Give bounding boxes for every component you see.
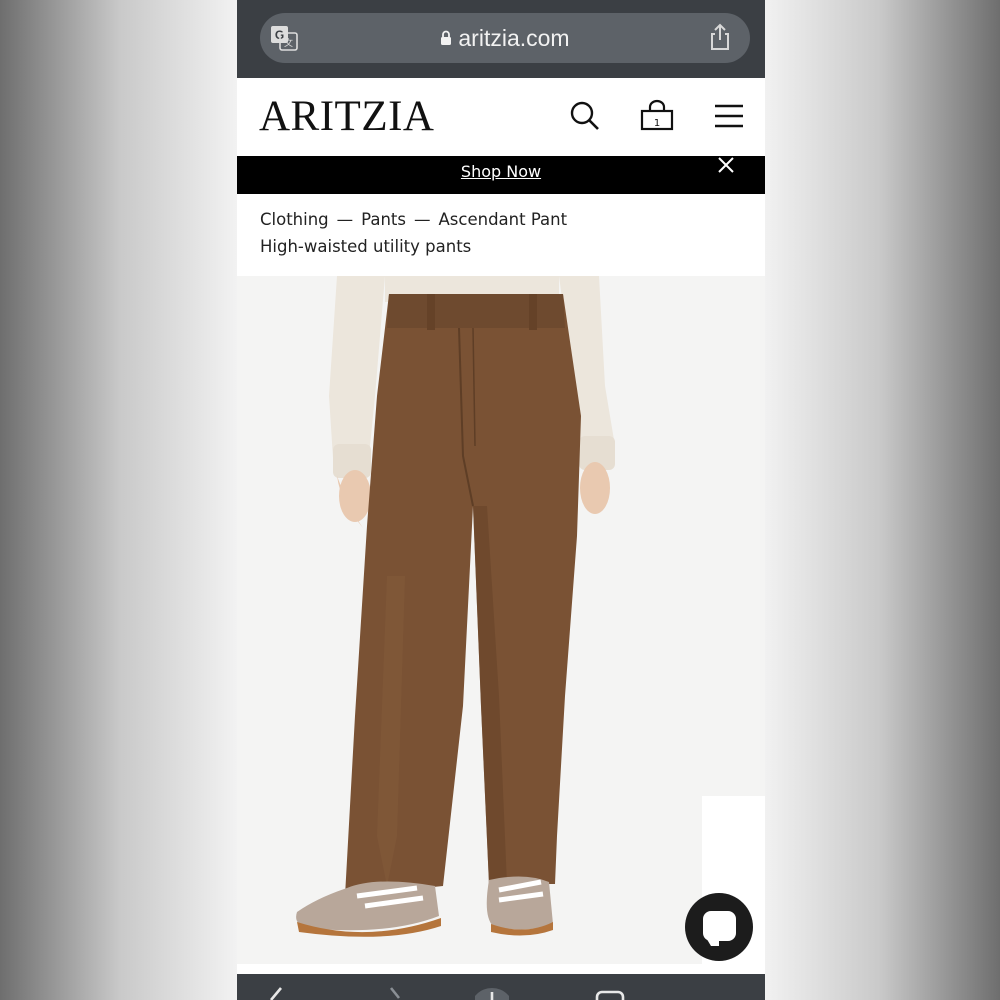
product-subtitle: High-waisted utility pants: [260, 237, 472, 256]
chat-button[interactable]: [685, 893, 753, 961]
menu-icon[interactable]: [711, 98, 747, 134]
pants-photo: [237, 276, 765, 964]
search-icon[interactable]: [567, 98, 603, 134]
breadcrumb-pants[interactable]: Pants: [361, 210, 406, 229]
breadcrumb-current: Ascendant Pant: [438, 210, 568, 229]
phone-screen: G 文 aritzia.com ARITZIA 1 Shop Now Cloth…: [237, 0, 765, 1000]
breadcrumb-clothing[interactable]: Clothing: [260, 210, 329, 229]
lock-icon: [441, 30, 452, 45]
url-display[interactable]: aritzia.com: [260, 13, 750, 63]
url-text: aritzia.com: [458, 24, 570, 51]
tabs-icon[interactable]: [593, 984, 627, 1000]
close-icon[interactable]: [715, 156, 737, 176]
forward-icon[interactable]: [377, 984, 411, 1000]
site-logo[interactable]: ARITZIA: [259, 92, 434, 141]
bag-count: 1: [654, 118, 660, 129]
new-tab-icon[interactable]: [475, 984, 509, 1000]
share-icon[interactable]: [708, 23, 732, 51]
breadcrumb-separator: —: [336, 210, 354, 229]
browser-toolbar: G 文 aritzia.com: [237, 0, 765, 78]
breadcrumb-separator: —: [414, 210, 431, 229]
site-header: ARITZIA 1: [237, 78, 765, 156]
back-icon[interactable]: [259, 984, 293, 1000]
shop-now-link[interactable]: Shop Now: [237, 162, 765, 181]
browser-bottom-bar: [237, 964, 765, 1000]
product-image[interactable]: [237, 276, 765, 964]
breadcrumb: Clothing — Pants — Ascendant Pant: [260, 210, 567, 229]
chat-icon-tail: [705, 936, 719, 946]
product-info: Clothing — Pants — Ascendant Pant High-w…: [237, 194, 765, 276]
bag-icon[interactable]: 1: [639, 98, 675, 134]
promo-banner: Shop Now: [237, 156, 765, 194]
address-bar[interactable]: G 文 aritzia.com: [260, 13, 750, 63]
